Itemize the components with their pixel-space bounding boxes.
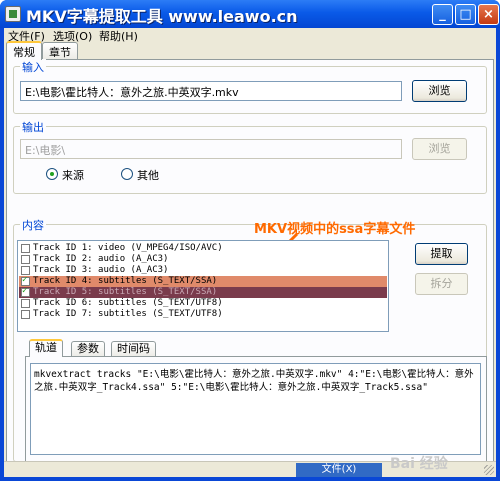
output-browse-button[interactable]: 浏览 bbox=[412, 138, 467, 160]
input-group: 输入 E:\电影\霍比特人：意外之旅.中英双字.mkv 浏览 bbox=[13, 59, 487, 114]
menu-bar: 文件(F) 选项(O) 帮助(H) bbox=[4, 28, 496, 44]
status-pane: 文件(X) bbox=[296, 463, 382, 477]
resize-grip-icon[interactable] bbox=[484, 465, 494, 475]
client-area: 文件(F) 选项(O) 帮助(H) 常规 章节 输入 E:\电影\霍比特人：意外… bbox=[4, 28, 496, 477]
minimize-button[interactable]: _ bbox=[432, 4, 453, 25]
maximize-button[interactable]: □ bbox=[455, 4, 476, 25]
track-row[interactable]: Track ID 3: audio (A_AC3) bbox=[19, 265, 387, 276]
track-row[interactable]: Track ID 4: subtitles (S_TEXT/SSA) bbox=[19, 275, 387, 287]
track-row[interactable]: Track ID 1: video (V_MPEG4/ISO/AVC) bbox=[19, 243, 387, 254]
input-browse-button[interactable]: 浏览 bbox=[412, 80, 467, 102]
track-checkbox[interactable] bbox=[21, 255, 30, 264]
menu-help[interactable]: 帮助(H) bbox=[99, 28, 138, 44]
track-label: Track ID 6: subtitles (S_TEXT/UTF8) bbox=[33, 298, 223, 308]
radio-other[interactable] bbox=[121, 168, 133, 180]
extract-button[interactable]: 提取 bbox=[415, 243, 468, 265]
track-label: Track ID 7: subtitles (S_TEXT/UTF8) bbox=[33, 309, 223, 319]
tab-tracks[interactable]: 轨道 bbox=[29, 339, 63, 357]
content-group-label: 内容 bbox=[20, 217, 46, 233]
track-list[interactable]: Track ID 1: video (V_MPEG4/ISO/AVC) Trac… bbox=[17, 240, 389, 332]
output-group-label: 输出 bbox=[20, 119, 46, 135]
track-row[interactable]: Track ID 7: subtitles (S_TEXT/UTF8) bbox=[19, 309, 387, 320]
track-checkbox[interactable] bbox=[21, 266, 30, 275]
track-checkbox[interactable] bbox=[21, 286, 30, 297]
tab-params[interactable]: 参数 bbox=[71, 341, 105, 357]
track-checkbox[interactable] bbox=[21, 244, 30, 253]
radio-other-label: 其他 bbox=[137, 169, 159, 182]
close-button[interactable]: × bbox=[478, 4, 499, 25]
output-path-field[interactable]: E:\电影\ bbox=[20, 139, 402, 159]
tab-general[interactable]: 常规 bbox=[6, 41, 42, 60]
general-panel: 输入 E:\电影\霍比特人：意外之旅.中英双字.mkv 浏览 输出 E:\电影\… bbox=[6, 59, 494, 469]
track-label: Track ID 2: audio (A_AC3) bbox=[33, 254, 169, 264]
track-checkbox[interactable] bbox=[21, 299, 30, 308]
title-bar[interactable]: MKV字幕提取工具 www.leawo.cn _ □ × bbox=[0, 0, 500, 28]
track-checkbox[interactable] bbox=[21, 310, 30, 319]
tracks-tab-panel: mkvextract tracks "E:\电影\霍比特人：意外之旅.中英双字.… bbox=[25, 356, 487, 462]
app-icon bbox=[5, 6, 21, 22]
split-button[interactable]: 拆分 bbox=[415, 273, 468, 295]
track-label: Track ID 3: audio (A_AC3) bbox=[33, 265, 169, 275]
track-row[interactable]: Track ID 6: subtitles (S_TEXT/UTF8) bbox=[19, 298, 387, 309]
window-title: MKV字幕提取工具 www.leawo.cn bbox=[26, 7, 298, 26]
track-row[interactable]: Track ID 2: audio (A_AC3) bbox=[19, 254, 387, 265]
watermark: Bai 经验 bbox=[390, 456, 448, 472]
output-group: 输出 E:\电影\ 浏览 来源 其他 bbox=[13, 119, 487, 194]
track-label: Track ID 4: subtitles (S_TEXT/SSA) bbox=[33, 276, 218, 286]
app-window: MKV字幕提取工具 www.leawo.cn _ □ × 文件(F) 选项(O)… bbox=[0, 0, 500, 481]
track-label: Track ID 1: video (V_MPEG4/ISO/AVC) bbox=[33, 243, 223, 253]
track-row[interactable]: Track ID 5: subtitles (S_TEXT/SSA) bbox=[19, 286, 387, 298]
tab-chapters[interactable]: 章节 bbox=[42, 42, 78, 59]
track-label: Track ID 5: subtitles (S_TEXT/SSA) bbox=[33, 287, 218, 297]
input-path-field[interactable]: E:\电影\霍比特人：意外之旅.中英双字.mkv bbox=[20, 81, 402, 101]
input-group-label: 输入 bbox=[20, 59, 46, 75]
command-output[interactable]: mkvextract tracks "E:\电影\霍比特人：意外之旅.中英双字.… bbox=[30, 363, 481, 455]
tab-timecodes[interactable]: 时间码 bbox=[111, 341, 156, 357]
track-checkbox[interactable] bbox=[21, 275, 30, 286]
radio-source[interactable] bbox=[46, 168, 58, 180]
radio-source-label: 来源 bbox=[62, 169, 84, 182]
